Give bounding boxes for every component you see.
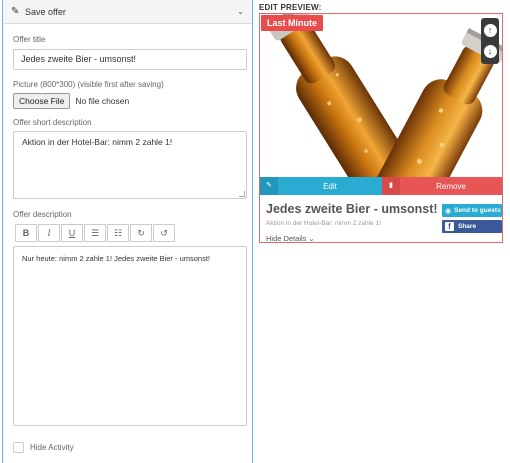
offer-title-input[interactable]: Jedes zweite Bier - umsonst!: [13, 49, 247, 70]
short-description-label: Offer short description: [13, 118, 92, 127]
hide-activity-label: Hide Activity: [30, 443, 74, 452]
bullet-list-icon[interactable]: ☰: [84, 224, 106, 242]
preview-offer-subtitle: Aktion in der Hotel-Bar: nimm 2 zahle 1!: [266, 220, 381, 227]
underline-button[interactable]: U: [61, 224, 83, 242]
undo-icon[interactable]: ↺: [153, 224, 175, 242]
hide-activity-row: Hide Activity: [13, 442, 74, 453]
no-file-text: No file chosen: [75, 96, 130, 106]
rss-icon: ◉: [445, 207, 452, 215]
offer-image: Last Minute ↑ ↓: [260, 14, 502, 177]
beer-bottles-image: [260, 14, 502, 177]
resize-grip[interactable]: [239, 191, 245, 197]
choose-file-button[interactable]: Choose File: [13, 93, 71, 109]
edit-label: Edit: [323, 181, 337, 191]
offer-editor-panel: ✎ Save offer ⌄ Offer title Jedes zweite …: [2, 0, 253, 463]
card-actions: ✎ Edit ▮ Remove: [260, 177, 502, 195]
editor-toolbar: B I U ☰ ☷ ↻ ↺: [15, 224, 175, 242]
preview-offer-title: Jedes zweite Bier - umsonst!: [266, 202, 438, 216]
edit-button[interactable]: ✎ Edit: [260, 177, 382, 195]
send-to-guests-button[interactable]: ◉ Send to guests: [442, 204, 502, 217]
remove-label: Remove: [436, 181, 466, 191]
facebook-share-button[interactable]: f Share: [442, 220, 502, 233]
italic-button[interactable]: I: [38, 224, 60, 242]
panel-title: Save offer: [25, 6, 66, 17]
share-label: Share: [458, 223, 477, 230]
numbered-list-icon[interactable]: ☷: [107, 224, 129, 242]
edit-icon: ✎: [11, 6, 20, 17]
remove-button[interactable]: ▮ Remove: [382, 177, 502, 195]
arrow-up-icon[interactable]: ↑: [483, 24, 497, 37]
preview-heading: EDIT PREVIEW:: [259, 3, 322, 12]
short-description-textarea[interactable]: Aktion in der Hotel-Bar: nimm 2 zahle 1!: [13, 131, 247, 199]
arrow-down-icon[interactable]: ↓: [483, 45, 497, 58]
edit-icon: ✎: [260, 177, 278, 195]
offer-preview-card: Last Minute ↑ ↓ ✎ Edit ▮ Remove Jedes zw…: [259, 13, 503, 243]
description-editor[interactable]: Nur heute: nimm 2 zahle 1! Jedes zweite …: [13, 246, 247, 426]
picture-label: Picture (800*300) (visible first after s…: [13, 80, 164, 89]
offer-title-label: Offer title: [13, 35, 46, 44]
reorder-controls: ↑ ↓: [481, 18, 499, 64]
redo-icon[interactable]: ↻: [130, 224, 152, 242]
facebook-icon: f: [445, 222, 454, 231]
hide-details-link[interactable]: Hide Details ⌄: [266, 234, 315, 243]
panel-header[interactable]: ✎ Save offer ⌄: [3, 0, 252, 24]
send-to-guests-label: Send to guests: [454, 207, 501, 214]
hide-activity-checkbox[interactable]: [13, 442, 24, 453]
trash-icon: ▮: [382, 177, 400, 195]
last-minute-badge: Last Minute: [261, 15, 324, 31]
short-description-text: Aktion in der Hotel-Bar: nimm 2 zahle 1!: [22, 137, 173, 147]
chevron-down-icon[interactable]: ⌄: [237, 7, 244, 16]
bold-button[interactable]: B: [15, 224, 37, 242]
file-picker: Choose File No file chosen: [13, 93, 129, 109]
description-text: Nur heute: nimm 2 zahle 1! Jedes zweite …: [22, 254, 210, 263]
description-label: Offer description: [13, 210, 72, 219]
